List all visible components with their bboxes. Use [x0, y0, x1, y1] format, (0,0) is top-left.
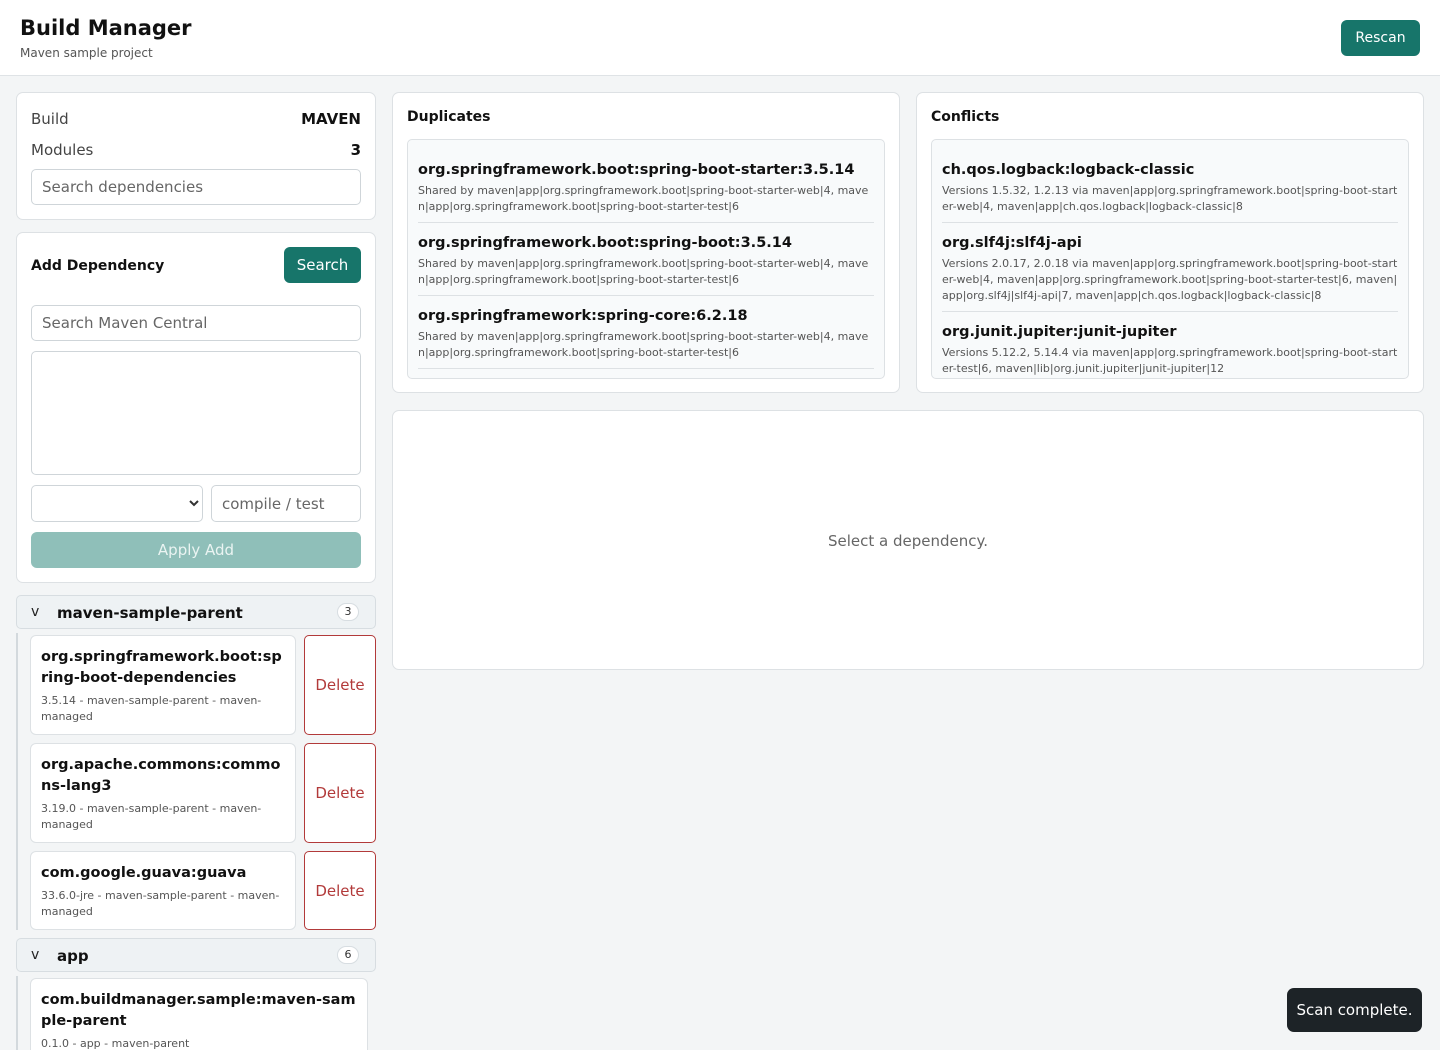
conflict-name: org.junit.jupiter:junit-jupiter — [942, 324, 1177, 340]
delete-button[interactable]: Delete — [304, 635, 376, 735]
app-title: Build Manager — [20, 16, 192, 40]
app-subtitle: Maven sample project — [20, 46, 153, 60]
duplicate-name: org.springframework.boot:spring-boot-sta… — [418, 162, 855, 178]
duplicate-detail: Shared by maven|app|org.springframework.… — [418, 330, 869, 359]
search-button[interactable]: Search — [284, 247, 361, 283]
dependency-card[interactable]: com.buildmanager.sample:maven-sample-par… — [30, 978, 368, 1050]
module-group-header[interactable]: v maven-sample-parent 3 — [16, 595, 376, 629]
conflicts-list[interactable]: ch.qos.logback:logback-classic Versions … — [931, 139, 1409, 379]
apply-add-button[interactable]: Apply Add — [31, 532, 361, 568]
duplicate-item[interactable]: org.springframework.boot:spring-boot-sta… — [418, 160, 874, 223]
dependency-details-panel: Select a dependency. — [392, 410, 1424, 670]
modules-value: 3 — [350, 141, 361, 159]
dependency-meta: 33.6.0-jre - maven-sample-parent - maven… — [41, 889, 280, 918]
duplicate-detail: Shared by maven|app|org.springframework.… — [418, 257, 869, 286]
duplicate-name: org.springframework:spring-core:6.2.18 — [418, 308, 748, 324]
app-header: Build Manager Maven sample project Resca… — [0, 0, 1440, 76]
empty-state-message: Select a dependency. — [827, 532, 989, 550]
add-dependency-card: Add Dependency Search Apply Add — [16, 232, 376, 583]
module-select[interactable] — [31, 485, 203, 522]
search-results-list[interactable] — [31, 351, 361, 475]
dependency-count-badge: 3 — [337, 603, 359, 621]
dependency-meta: 3.5.14 - maven-sample-parent - maven-man… — [41, 694, 262, 723]
delete-button[interactable]: Delete — [304, 743, 376, 843]
dependency-card[interactable]: org.springframework.boot:spring-boot-dep… — [30, 635, 296, 735]
build-label: Build — [31, 110, 69, 128]
conflict-name: org.slf4j:slf4j-api — [942, 235, 1082, 251]
module-group-name: maven-sample-parent — [57, 604, 243, 622]
conflict-name: ch.qos.logback:logback-classic — [942, 162, 1195, 178]
dependency-search-input[interactable] — [31, 169, 361, 205]
chevron-down-icon: v — [31, 947, 40, 963]
group-rail — [16, 633, 18, 930]
dependency-name: com.google.guava:guava — [41, 865, 247, 881]
dependency-name: org.springframework.boot:spring-boot-dep… — [41, 649, 282, 686]
dependency-card[interactable]: org.apache.commons:commons-lang3 3.19.0 … — [30, 743, 296, 843]
module-group-header[interactable]: v app 6 — [16, 938, 376, 972]
conflict-detail: Versions 1.5.32, 1.2.13 via maven|app|or… — [942, 184, 1398, 213]
toast-notification: Scan complete. — [1287, 988, 1422, 1032]
delete-button[interactable]: Delete — [304, 851, 376, 930]
conflicts-title: Conflicts — [931, 109, 1000, 125]
conflict-item[interactable]: org.junit.jupiter:junit-jupiter Versions… — [942, 322, 1398, 378]
conflict-detail: Versions 2.0.17, 2.0.18 via maven|app|or… — [942, 257, 1398, 302]
conflict-item[interactable]: org.slf4j:slf4j-api Versions 2.0.17, 2.0… — [942, 233, 1398, 312]
dependency-count-badge: 6 — [337, 946, 359, 964]
add-dependency-title: Add Dependency — [31, 258, 165, 274]
build-info-card: Build MAVEN Modules 3 — [16, 92, 376, 220]
dependency-meta: 0.1.0 - app - maven-parent — [41, 1037, 190, 1050]
dependency-name: org.apache.commons:commons-lang3 — [41, 757, 281, 794]
duplicates-title: Duplicates — [407, 109, 491, 125]
duplicate-item[interactable]: org.springframework:spring-core:6.2.18 S… — [418, 306, 874, 369]
duplicate-name: org.springframework.boot:spring-boot:3.5… — [418, 235, 792, 251]
duplicates-card: Duplicates org.springframework.boot:spri… — [392, 92, 900, 393]
duplicate-detail: Shared by maven|app|org.springframework.… — [418, 184, 869, 213]
chevron-down-icon: v — [31, 604, 40, 620]
module-group-name: app — [57, 947, 89, 965]
maven-central-search-input[interactable] — [31, 305, 361, 341]
conflict-detail: Versions 5.12.2, 5.14.4 via maven|app|or… — [942, 346, 1398, 375]
build-row: Build MAVEN — [31, 110, 361, 128]
dependency-meta: 3.19.0 - maven-sample-parent - maven-man… — [41, 802, 262, 831]
modules-label: Modules — [31, 141, 94, 159]
group-rail — [16, 976, 18, 1050]
modules-row: Modules 3 — [31, 141, 361, 159]
build-value: MAVEN — [301, 110, 361, 128]
scope-input[interactable] — [211, 485, 361, 522]
rescan-button[interactable]: Rescan — [1341, 20, 1420, 56]
duplicates-list[interactable]: org.springframework.boot:spring-boot-sta… — [407, 139, 885, 379]
conflict-item[interactable]: ch.qos.logback:logback-classic Versions … — [942, 160, 1398, 223]
dependency-name: com.buildmanager.sample:maven-sample-par… — [41, 992, 356, 1029]
conflicts-card: Conflicts ch.qos.logback:logback-classic… — [916, 92, 1424, 393]
dependency-card[interactable]: com.google.guava:guava 33.6.0-jre - mave… — [30, 851, 296, 930]
duplicate-item[interactable]: org.springframework.boot:spring-boot:3.5… — [418, 233, 874, 296]
